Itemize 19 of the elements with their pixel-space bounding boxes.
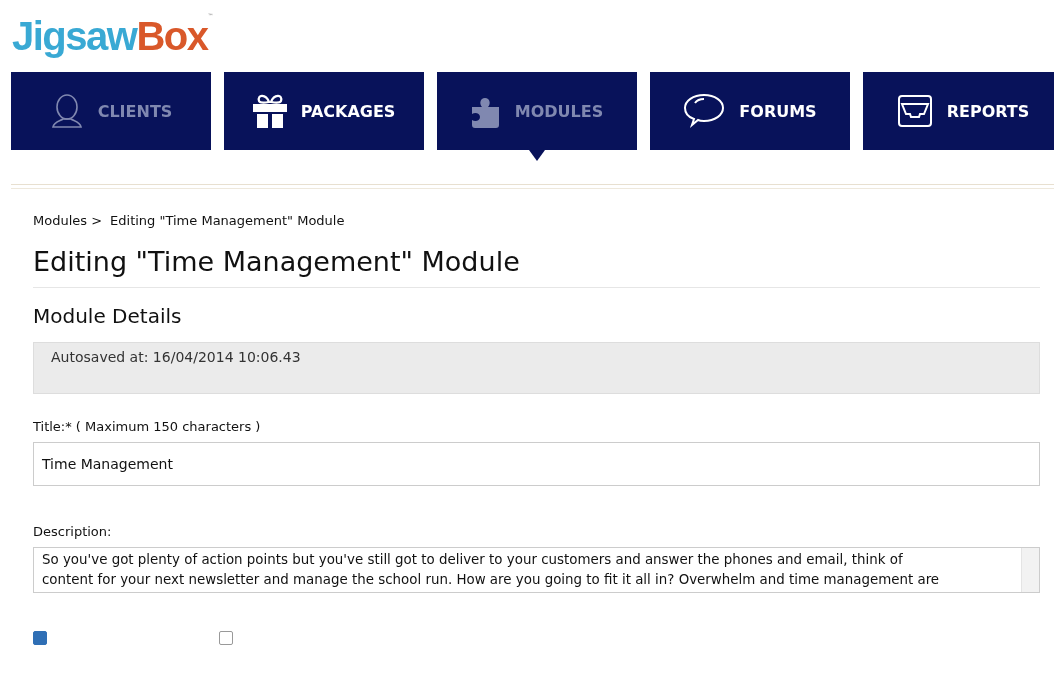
title-input-field[interactable]: Time Management bbox=[33, 442, 1040, 486]
speech-bubble-icon bbox=[683, 93, 726, 129]
inbox-tray-icon bbox=[896, 94, 933, 128]
person-icon bbox=[49, 94, 84, 128]
page-title: Editing "Time Management" Module bbox=[33, 246, 1040, 288]
description-text-area[interactable]: So you've got plenty of action points but you've still got to deliver to your customers and answer the phones and email, think of content for your next newsletter and manage the school run. How are you going to fit it all in? Overwhelm and time management are bbox=[33, 547, 1040, 593]
nav-tab[interactable]: FORUMS bbox=[650, 72, 850, 150]
checkbox[interactable] bbox=[33, 631, 47, 645]
autosave-notice: Autosaved at: 16/04/2014 10:06.43 bbox=[33, 342, 1040, 394]
nav-tab[interactable]: PACKAGES bbox=[224, 72, 424, 150]
checkbox[interactable] bbox=[219, 631, 233, 645]
section-title: Module Details bbox=[33, 304, 183, 328]
field-label: Title:* ( Maximum 150 characters ) bbox=[33, 419, 262, 434]
nav-tab[interactable]: REPORTS bbox=[863, 72, 1054, 150]
field-label: Description: bbox=[33, 524, 113, 539]
nav-tab[interactable]: CLIENTS bbox=[11, 72, 211, 150]
breadcrumb-current: Editing "Time Management" Module bbox=[110, 213, 345, 228]
gift-icon bbox=[252, 93, 287, 129]
breadcrumb-link[interactable]: Modules > bbox=[33, 213, 103, 228]
